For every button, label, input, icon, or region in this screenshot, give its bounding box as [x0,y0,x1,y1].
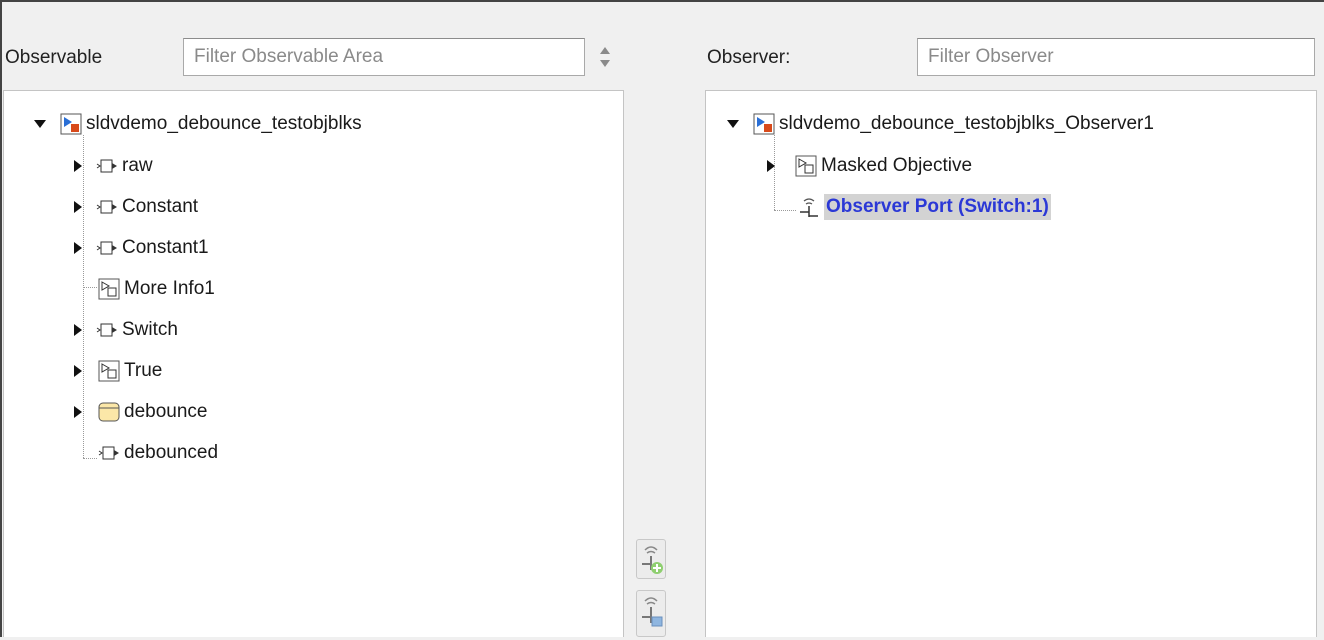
tree-root-label: sldvdemo_debounce_testobjblks [86,113,362,134]
observer-port-icon [800,198,818,217]
expand-triangle-icon[interactable] [74,160,82,172]
observable-label: Observable [5,47,103,68]
expand-triangle-icon[interactable] [74,242,82,254]
masked-subsystem-icon [795,155,817,177]
tree-item-label: Constant [122,196,199,217]
add-observer-port-button[interactable] [636,539,666,579]
map-observer-port-icon [642,597,663,627]
port-block-icon [96,323,117,337]
port-block-icon [96,159,117,173]
tree-root-label: sldvdemo_debounce_testobjblks_Observer1 [779,113,1154,134]
tree-item-label: More Info1 [124,278,215,299]
tree-root-observer[interactable]: sldvdemo_debounce_testobjblks_Observer1 [727,106,1154,142]
collapse-triangle-icon[interactable] [727,120,739,128]
window-frame-left [0,0,2,637]
model-icon [60,113,82,135]
tree-item-label: Constant1 [122,237,209,258]
expand-triangle-icon[interactable] [74,365,82,377]
tree-item-label-selected: Observer Port (Switch:1) [824,194,1051,220]
tree-item-more-info1[interactable]: More Info1 [98,271,215,307]
tree-item-label: raw [122,155,153,176]
tree-guide-line [774,210,796,211]
observer-tree-panel[interactable]: sldvdemo_debounce_testobjblks_Observer1 … [705,90,1317,637]
window-frame-top [0,0,1324,2]
tree-item-masked-objective[interactable]: Masked Objective [767,148,972,184]
tree-item-constant[interactable]: Constant [74,189,198,225]
spinner-up-icon[interactable] [600,47,610,54]
tree-item-label: debounced [124,442,219,463]
tree-root-observable[interactable]: sldvdemo_debounce_testobjblks [34,106,362,142]
add-observer-port-icon [642,546,663,574]
tree-item-label: Masked Objective [821,155,973,176]
expand-triangle-icon[interactable] [74,324,82,336]
observer-label: Observer: [707,47,791,68]
tree-item-switch[interactable]: Switch [74,312,178,348]
tree-item-debounced[interactable]: debounced [98,435,218,471]
tree-item-observer-port[interactable]: Observer Port (Switch:1) [798,189,1051,225]
expand-triangle-icon[interactable] [74,201,82,213]
model-icon [753,113,775,135]
tree-item-label: True [124,360,163,381]
collapse-triangle-icon[interactable] [34,120,46,128]
observable-filter-input[interactable] [183,38,585,76]
observable-tree-panel[interactable]: sldvdemo_debounce_testobjblks raw Consta… [3,90,624,637]
tree-guide-line [83,458,97,459]
tree-item-raw[interactable]: raw [74,148,153,184]
observer-filter-input[interactable] [917,38,1315,76]
map-observer-port-button[interactable] [636,590,666,637]
port-block-icon [96,200,117,214]
tree-guide-line [83,287,97,288]
expand-triangle-icon[interactable] [767,160,775,172]
spinner-down-icon[interactable] [600,60,610,67]
tree-item-constant1[interactable]: Constant1 [74,230,209,266]
chart-icon [98,402,120,422]
tree-item-label: Switch [122,319,178,340]
masked-subsystem-icon [98,360,120,382]
tree-item-label: debounce [124,401,208,422]
observable-filter-spinner[interactable] [595,38,615,76]
port-block-icon [98,446,119,460]
tree-item-true[interactable]: True [74,353,162,389]
masked-subsystem-icon [98,278,120,300]
tree-item-debounce[interactable]: debounce [74,394,207,430]
expand-triangle-icon[interactable] [74,406,82,418]
port-block-icon [96,241,117,255]
